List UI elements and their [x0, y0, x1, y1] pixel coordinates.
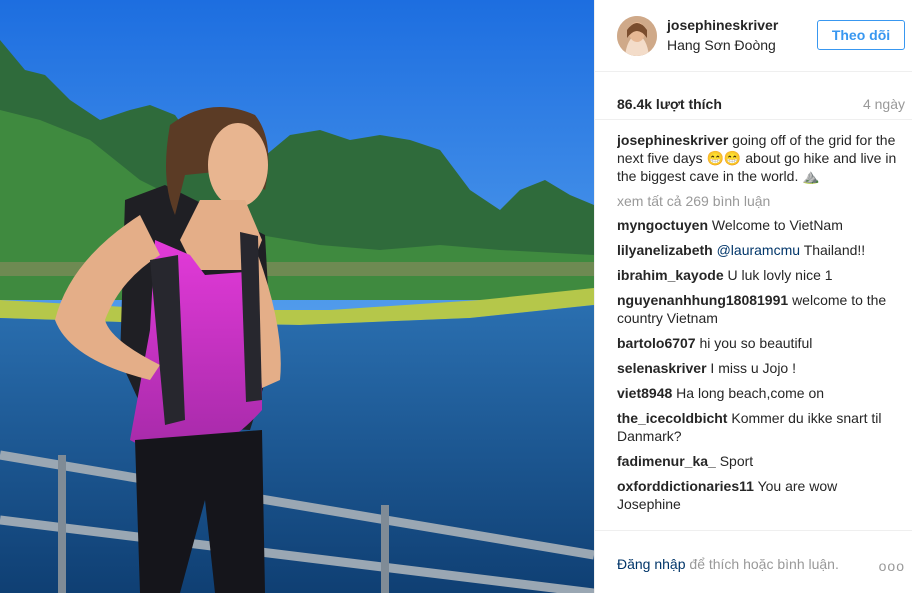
post-photo[interactable]: [0, 0, 594, 593]
comment-item: ibrahim_kayode U luk lovly nice 1: [617, 266, 901, 284]
comment-item: nguyenanhhung18081991 welcome to the cou…: [617, 291, 901, 327]
caption-author[interactable]: josephineskriver: [617, 132, 728, 148]
comment-author[interactable]: oxforddictionaries11: [617, 478, 754, 494]
follow-button[interactable]: Theo dõi: [817, 20, 905, 50]
post-caption: josephineskriver going off of the grid f…: [617, 131, 901, 185]
comment-item: oxforddictionaries11 You are wow Josephi…: [617, 477, 901, 513]
comment-item: myngoctuyen Welcome to VietNam: [617, 216, 901, 234]
post-sidebar: josephineskriver Hang Sơn Đoòng Theo dõi…: [594, 0, 912, 593]
comment-author[interactable]: fadimenur_ka_: [617, 453, 716, 469]
likes-count[interactable]: 86.4k lượt thích: [617, 96, 722, 112]
comment-item: lilyanelizabeth @lauramcmu Thailand!!: [617, 241, 901, 259]
login-link[interactable]: Đăng nhập: [617, 556, 686, 572]
login-prompt-text: để thích hoặc bình luận.: [689, 556, 839, 572]
comment-text: Thailand!!: [803, 242, 866, 258]
comment-item: viet8948 Ha long beach,come on: [617, 384, 901, 402]
comment-item: fadimenur_ka_ Sport: [617, 452, 901, 470]
comment-author[interactable]: ibrahim_kayode: [617, 267, 724, 283]
comment-text: Welcome to VietNam: [711, 217, 843, 233]
comment-text: Sport: [719, 453, 754, 469]
comment-author[interactable]: myngoctuyen: [617, 217, 708, 233]
comment-author[interactable]: viet8948: [617, 385, 672, 401]
post-footer: Đăng nhập để thích hoặc bình luận. ooo: [595, 530, 912, 593]
login-prompt: Đăng nhập để thích hoặc bình luận.: [617, 556, 839, 572]
more-options-icon[interactable]: ooo: [879, 558, 905, 574]
author-username[interactable]: josephineskriver: [667, 17, 778, 33]
avatar-image: [617, 16, 657, 56]
comment-author[interactable]: the_icecoldbicht: [617, 410, 727, 426]
comments-list: josephineskriver going off of the grid f…: [617, 131, 901, 530]
comment-text: hi you so beautiful: [699, 335, 813, 351]
post-header: josephineskriver Hang Sơn Đoòng Theo dõi: [595, 0, 912, 72]
photo-image: [0, 0, 594, 593]
post-timestamp[interactable]: 4 ngày: [863, 96, 905, 112]
comment-author[interactable]: bartolo6707: [617, 335, 696, 351]
comment-item: selenaskriver I miss u Jojo !: [617, 359, 901, 377]
comment-text: U luk lovly nice 1: [727, 267, 833, 283]
comment-author[interactable]: nguyenanhhung18081991: [617, 292, 788, 308]
comment-item: bartolo6707 hi you so beautiful: [617, 334, 901, 352]
comment-author[interactable]: selenaskriver: [617, 360, 707, 376]
comment-text: I miss u Jojo !: [710, 360, 797, 376]
avatar[interactable]: [617, 16, 657, 56]
comment-item: the_icecoldbicht Kommer du ikke snart ti…: [617, 409, 901, 445]
comment-text: Ha long beach,come on: [676, 385, 825, 401]
post-stats: 86.4k lượt thích 4 ngày: [595, 84, 912, 120]
comment-mention[interactable]: @lauramcmu: [717, 242, 800, 258]
view-all-comments-link[interactable]: xem tất cả 269 bình luận: [617, 193, 901, 209]
post-location[interactable]: Hang Sơn Đoòng: [667, 37, 776, 53]
comment-author[interactable]: lilyanelizabeth: [617, 242, 713, 258]
